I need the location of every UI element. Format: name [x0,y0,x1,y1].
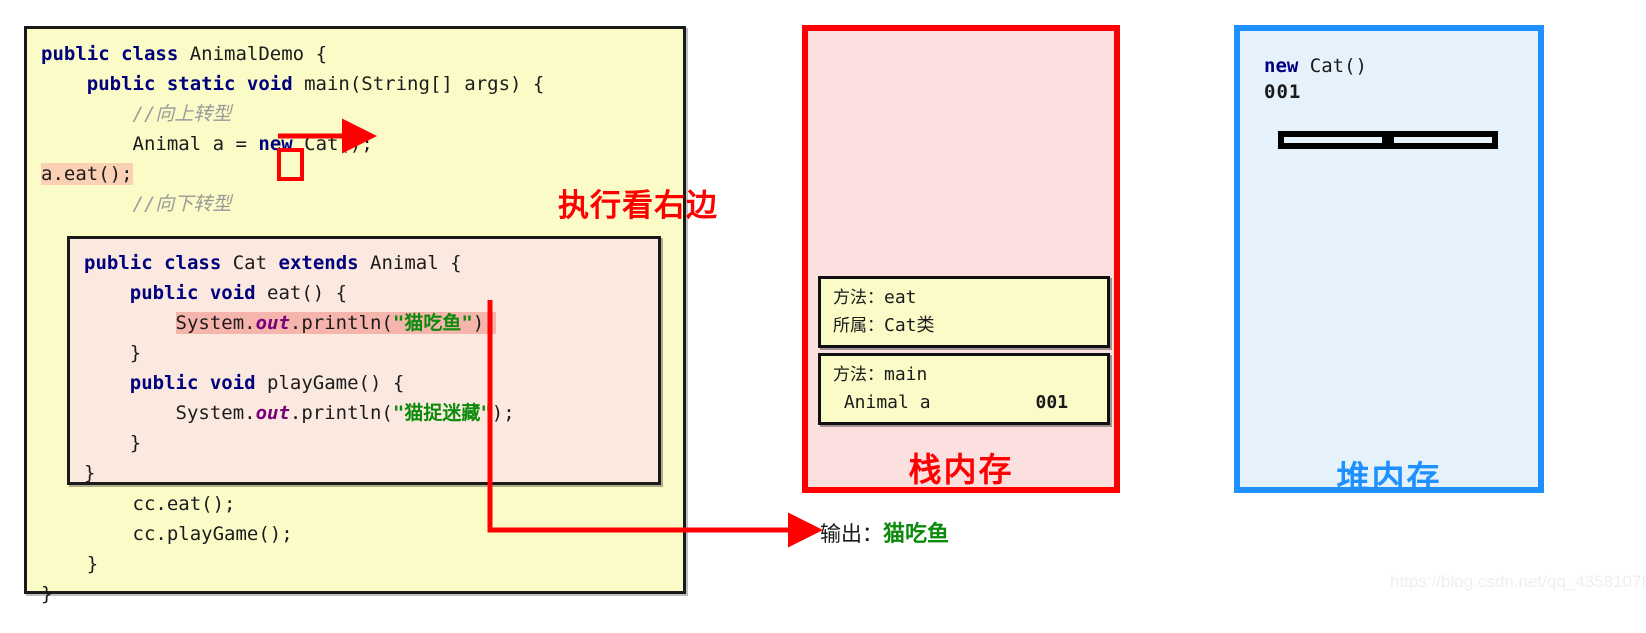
code-line: //向上转型 [41,103,232,125]
println-call: .println( [289,402,393,424]
code-line: } [41,583,53,605]
heap-object-slots [1278,131,1498,149]
heap-memory-box: new Cat() 001 堆内存 [1234,25,1544,497]
source-watermark: https://blog.csdn.net/qq_43581078 [1390,572,1646,591]
stack-frame-main: 方法：main Animal a 001 [818,353,1110,425]
keyword-public-void: public void [129,282,256,304]
heap-slot-1 [1278,131,1388,149]
comment-downcast: //向下转型 [132,193,232,215]
heap-slot-2 [1388,131,1498,149]
output-label: 输出： [820,522,883,546]
heap-object-type: Cat() [1298,55,1367,77]
code-line: //向下转型 [41,193,232,215]
heap-object-info: new Cat() 001 [1264,53,1367,105]
code-line: } [84,462,96,484]
declaration-type: Animal [132,133,202,155]
stack-memory-label: 栈内存 [908,450,1014,489]
comment-upcast: //向上转型 [132,103,232,125]
frame-owner-label: 所属： [833,316,884,336]
superclass-animal: Animal { [358,252,462,274]
code-line: public void playGame() { [84,372,405,394]
code-block-tail: cc.eat(); cc.playGame(); } } [41,489,293,609]
field-out: out [255,402,290,424]
code-line-highlighted-println-eat: System.out.println("猫吃鱼"); [175,312,496,334]
frame-method-label: 方法： [833,365,884,385]
frame-variable-address: 001 [1035,392,1069,413]
code-block-cat: public class Cat extends Animal { public… [84,248,515,488]
frame-method-value: eat [884,287,917,308]
system-ref: System. [175,402,256,424]
code-block-main: public class AnimalDemo { public static … [41,39,544,219]
keyword-public-void: public void [129,372,256,394]
output-value: 猫吃鱼 [883,522,950,547]
code-line: public class Cat extends Animal { [84,252,462,274]
code-line-highlighted-aeat: a.eat(); [41,163,133,185]
code-line: cc.playGame(); [41,523,293,545]
keyword-new: new [1264,55,1299,77]
variable-a-highlight-box [277,148,304,181]
method-signature-main: main(String[] args) { [292,73,545,95]
frame-method-value: main [884,364,928,385]
heap-object-address: 001 [1264,81,1302,103]
println-call: .println( [289,312,393,334]
system-ref: System. [175,312,256,334]
field-out: out [255,312,290,334]
code-line: Animal a = new Cat(); [41,133,373,155]
class-name-cat: Cat [221,252,279,274]
frame-method-label: 方法： [833,288,884,308]
code-line: cc.eat(); [41,493,236,515]
method-signature-eat: eat() { [255,282,348,304]
program-output: 输出：猫吃鱼 [820,516,949,548]
frame-owner-value: Cat类 [884,315,935,336]
annotation-execute-right-side: 执行看右边 [558,188,718,224]
statement-end: ); [491,402,515,424]
keyword-public: public [41,43,110,65]
statement-end: ); [472,312,496,334]
code-line: public void eat() { [84,282,347,304]
class-name-animaldemo: AnimalDemo { [178,43,328,65]
constructor-call-cat: Cat(); [292,133,373,155]
keyword-public: public [84,252,153,274]
stack-frame-eat: 方法：eat 所属：Cat类 [818,276,1110,348]
code-line: public class AnimalDemo { [41,43,327,65]
heap-memory-label: 堆内存 [1336,458,1442,497]
keyword-public-static-void: public static void [86,73,293,95]
java-code-panel: public class AnimalDemo { public static … [24,26,686,605]
declaration-assign: = [224,133,259,155]
code-line: System.out.println("猫捉迷藏"); [84,402,515,424]
keyword-class: class [121,43,179,65]
method-signature-playgame: playGame() { [255,372,405,394]
code-line: public static void main(String[] args) { [41,73,545,95]
string-literal-cat-hide-and-seek: "猫捉迷藏" [392,402,492,424]
code-line: System.out.println("猫吃鱼"); [84,312,496,334]
stack-memory-box: 方法：eat 所属：Cat类 方法：main Animal a 001 栈内存 [802,25,1120,493]
cat-class-code-box: public class Cat extends Animal { public… [67,236,661,485]
declaration-variable: a [212,133,225,155]
code-line: } [41,553,99,575]
code-line: } [84,342,142,364]
keyword-extends: extends [278,252,359,274]
string-literal-cat-eats-fish: "猫吃鱼" [392,312,473,334]
frame-variable-name: Animal a [833,392,931,413]
keyword-class: class [164,252,222,274]
code-line: } [84,432,142,454]
